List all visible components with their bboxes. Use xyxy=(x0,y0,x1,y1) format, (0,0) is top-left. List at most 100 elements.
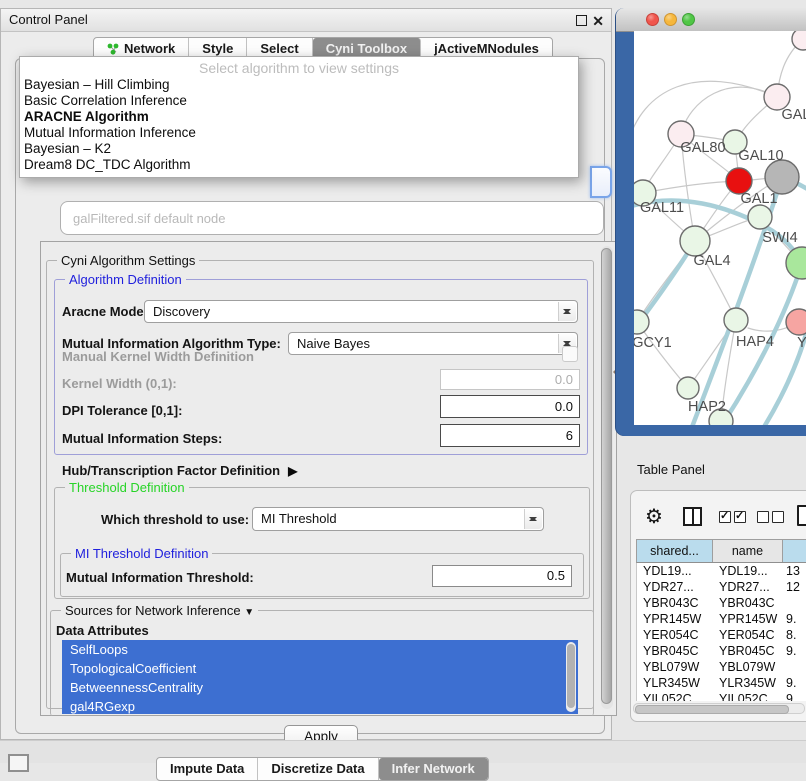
table-cell: YBR043C xyxy=(637,595,713,611)
network-graph[interactable]: GALGAL80GAL10GAL1GAL11SWI4GAL4GCY1HAP4YH… xyxy=(634,31,806,425)
table-source-combo[interactable]: galFiltered.sif default node xyxy=(60,201,604,235)
algorithm-option[interactable]: Bayesian – Hill Climbing xyxy=(20,77,578,93)
which-threshold-select[interactable]: MI Threshold xyxy=(252,507,544,531)
table-horizontal-scrollbar[interactable] xyxy=(633,703,805,714)
network-node[interactable] xyxy=(786,309,806,335)
sources-title-text: Sources for Network Inference xyxy=(65,603,241,618)
popup-placeholder: Select algorithm to view settings xyxy=(20,60,578,77)
table-cell: 9. xyxy=(783,675,806,691)
network-node[interactable] xyxy=(677,377,699,399)
network-view-window: GALGAL80GAL10GAL1GAL11SWI4GAL4GCY1HAP4YH… xyxy=(616,8,806,436)
checkbox-checked-icon[interactable] xyxy=(719,511,731,523)
checkbox-unchecked-icon[interactable] xyxy=(757,511,769,523)
collapse-down-icon[interactable]: ▼ xyxy=(244,607,254,618)
algorithm-dropdown-popup: Select algorithm to view settingsBayesia… xyxy=(19,56,579,178)
columns-icon[interactable] xyxy=(683,507,702,526)
zoom-light[interactable] xyxy=(682,13,695,26)
network-edge[interactable] xyxy=(643,181,739,193)
aracne-mode-select[interactable]: Discovery xyxy=(144,300,578,323)
table-cell xyxy=(783,595,806,611)
settings-scrollbar-thumb[interactable] xyxy=(601,248,612,704)
mi-threshold-field[interactable]: 0.5 xyxy=(432,565,572,587)
table-row[interactable]: YDR27...YDR27...12 xyxy=(637,579,806,595)
column-header-a[interactable]: A xyxy=(783,540,806,562)
network-window-titlebar[interactable] xyxy=(616,8,806,32)
checkbox-unchecked-icon[interactable] xyxy=(772,511,784,523)
dpi-tolerance-field[interactable]: 0.0 xyxy=(440,395,580,418)
node-label-gal1: GAL1 xyxy=(740,191,777,207)
close-light[interactable] xyxy=(646,13,659,26)
dock-panel-icon[interactable] xyxy=(8,754,29,772)
network-node[interactable] xyxy=(792,31,806,50)
algorithm-option[interactable]: ARACNE Algorithm xyxy=(20,109,578,125)
table-row[interactable]: YBL079WYBL079W xyxy=(637,659,806,675)
algorithm-option[interactable]: Basic Correlation Inference xyxy=(20,93,578,109)
settings-vertical-scrollbar[interactable] xyxy=(601,246,613,709)
network-canvas[interactable]: GALGAL80GAL10GAL1GAL11SWI4GAL4GCY1HAP4YH… xyxy=(634,31,806,425)
tab-infer-network[interactable]: Infer Network xyxy=(379,758,488,780)
hub-definition-label: Hub/Transcription Factor Definition xyxy=(62,463,280,478)
table-row[interactable]: YER054CYER054C8. xyxy=(637,627,806,643)
minimize-light[interactable] xyxy=(664,13,677,26)
dpi-tolerance-label: DPI Tolerance [0,1]: xyxy=(62,403,182,418)
kernel-width-field[interactable]: 0.0 xyxy=(440,369,580,390)
table-cell: YIL052C xyxy=(637,691,713,701)
manual-kernel-checkbox[interactable] xyxy=(562,346,578,362)
mi-steps-label: Mutual Information Steps: xyxy=(62,431,222,446)
table-panel-title: Table Panel xyxy=(637,462,705,477)
sources-group-title[interactable]: Sources for Network Inference ▼ xyxy=(61,603,258,618)
control-panel-titlebar: Control Panel ✕ xyxy=(1,9,611,32)
network-node[interactable] xyxy=(748,205,772,229)
network-node[interactable] xyxy=(765,160,799,194)
mi-algorithm-type-select[interactable]: Naive Bayes xyxy=(288,332,578,355)
table-cell: 9. xyxy=(783,611,806,627)
algorithm-definition-title: Algorithm Definition xyxy=(65,272,186,287)
table-cell: 8. xyxy=(783,627,806,643)
data-attributes-list[interactable]: SelfLoopsTopologicalCoefficientBetweenne… xyxy=(62,640,578,714)
attribute-item[interactable]: SelfLoops xyxy=(62,640,578,659)
table-row[interactable]: YBR043CYBR043C xyxy=(637,595,806,611)
kernel-width-label: Kernel Width (0,1): xyxy=(62,376,177,391)
table-row[interactable]: YPR145WYPR145W9. xyxy=(637,611,806,627)
page-icon[interactable] xyxy=(797,505,806,526)
algorithm-option[interactable]: Bayesian – K2 xyxy=(20,141,578,157)
float-window-icon[interactable] xyxy=(576,15,587,26)
network-icon xyxy=(107,43,119,55)
network-node[interactable] xyxy=(724,308,748,332)
network-edge[interactable] xyxy=(681,87,777,134)
column-header-name[interactable]: name xyxy=(713,540,783,562)
attribute-item[interactable]: BetweennessCentrality xyxy=(62,678,578,697)
table-hscrollbar-thumb[interactable] xyxy=(635,705,789,714)
checkbox-checked-icon[interactable] xyxy=(734,511,746,523)
table-row[interactable]: YLR345WYLR345W9. xyxy=(637,675,806,691)
table-cell xyxy=(783,659,806,675)
expand-right-icon[interactable]: ▶ xyxy=(288,464,297,478)
algorithm-option[interactable]: Mutual Information Inference xyxy=(20,125,578,141)
table-row[interactable]: YDL19...YDL19...13 xyxy=(637,563,806,579)
aracne-mode-value: Discovery xyxy=(153,304,210,319)
network-edge[interactable] xyxy=(634,81,777,143)
close-icon[interactable]: ✕ xyxy=(592,11,604,31)
attributes-list-scrollbar[interactable] xyxy=(566,642,576,712)
node-table: shared...nameA YDL19...YDL19...13YDR27..… xyxy=(636,539,806,701)
gear-icon[interactable]: ⚙ xyxy=(645,504,663,529)
table-row[interactable]: YBR045CYBR045C9. xyxy=(637,643,806,659)
table-panel-toolbar: ⚙ xyxy=(631,503,806,533)
table-row[interactable]: YIL052CYIL052C9. xyxy=(637,691,806,701)
attribute-item[interactable]: gal4RGexp xyxy=(62,697,578,714)
kernel-width-value: 0.0 xyxy=(555,372,573,387)
inference-algorithm-combo-stepper[interactable] xyxy=(590,166,612,198)
tab-discretize-data[interactable]: Discretize Data xyxy=(258,758,378,780)
column-header-shared[interactable]: shared... xyxy=(637,540,713,562)
algorithm-option[interactable]: Dream8 DC_TDC Algorithm xyxy=(20,157,578,173)
network-node[interactable] xyxy=(786,247,806,279)
attribute-item[interactable]: TopologicalCoefficient xyxy=(62,659,578,678)
control-panel-title: Control Panel xyxy=(9,9,88,31)
tab-impute-data[interactable]: Impute Data xyxy=(157,758,258,780)
mi-steps-field[interactable]: 6 xyxy=(440,424,580,447)
attributes-scrollbar-thumb[interactable] xyxy=(567,644,575,708)
network-node[interactable] xyxy=(680,226,710,256)
cyni-bottom-tabbar: Impute DataDiscretize DataInfer Network xyxy=(156,757,489,781)
hub-definition-toggle[interactable]: Hub/Transcription Factor Definition ▶ xyxy=(62,463,297,478)
table-cell: YER054C xyxy=(713,627,783,643)
